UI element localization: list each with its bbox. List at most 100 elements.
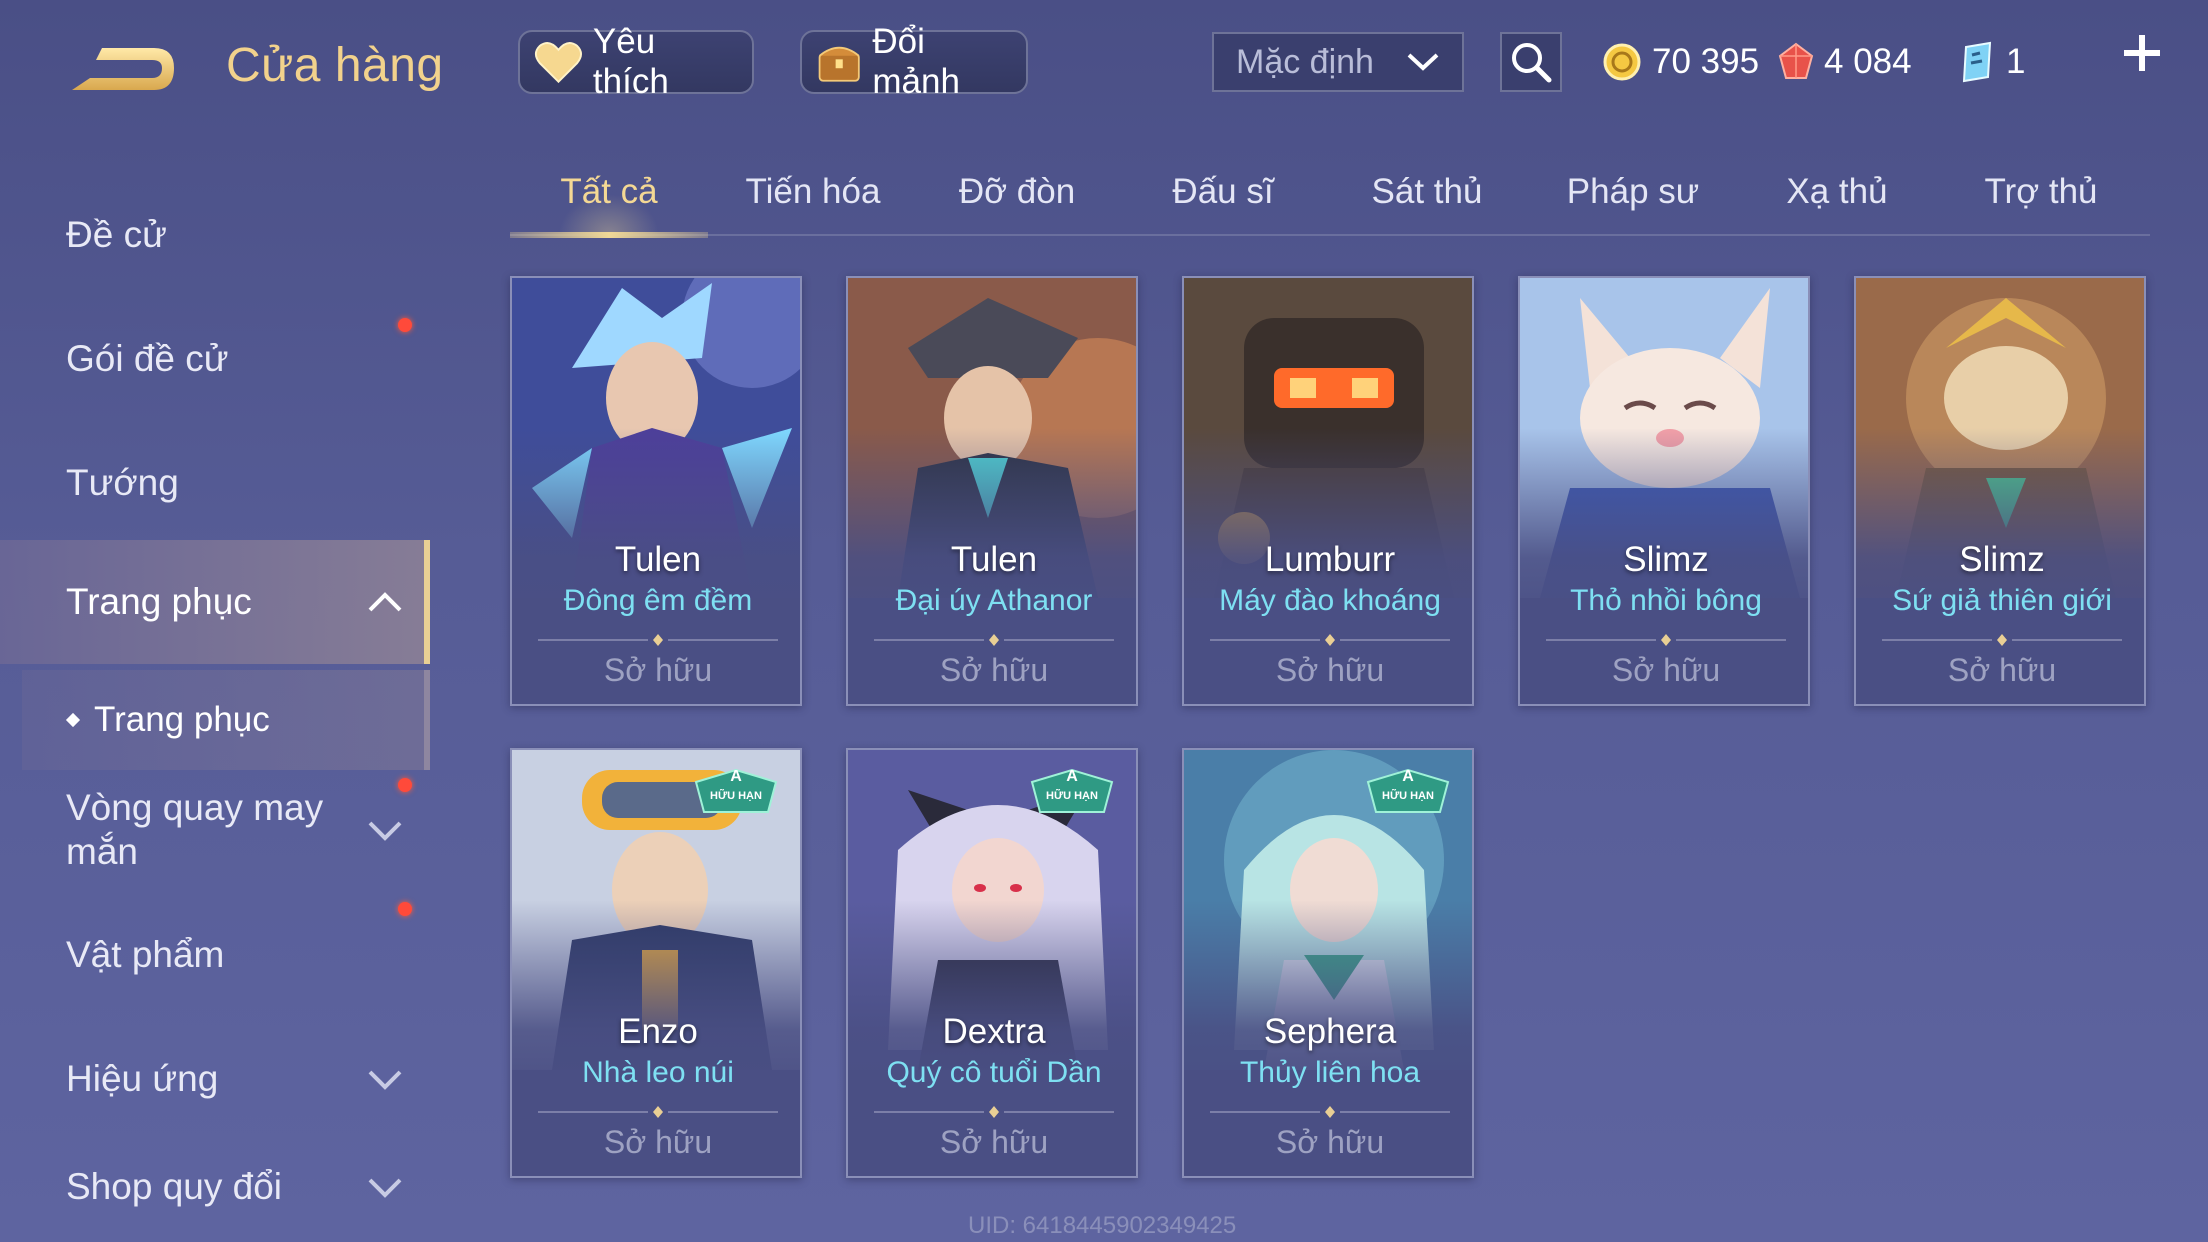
skin-card[interactable]: A HỮU HẠN Enzo Nhà leo núi Sở hữu	[510, 748, 802, 1178]
sidebar-item-label: Shop quy đổi	[66, 1166, 283, 1207]
owned-status: Sở hữu	[939, 1124, 1049, 1160]
ruby-balance: 4 084	[1778, 34, 1912, 90]
skin-name: Thỏ nhồi bông	[1570, 584, 1762, 617]
tab-label: Đấu sĩ	[1172, 172, 1274, 211]
skin-card[interactable]: Tulen Đại úy Athanor Sở hữu	[846, 276, 1138, 706]
sidebar-item-exchange-shop[interactable]: Shop quy đổi	[0, 1132, 430, 1242]
heart-icon	[534, 42, 582, 84]
sort-value: Mặc định	[1236, 42, 1374, 81]
tab-label: Pháp sư	[1566, 172, 1700, 211]
sidebar-item-label: Đề cử	[66, 214, 167, 255]
badge-tag: HỮU HẠN	[1046, 790, 1098, 802]
ornament-divider	[1210, 634, 1450, 646]
favorites-label: Yêu thích	[592, 22, 669, 101]
hero-name: Dextra	[942, 1012, 1046, 1051]
sidebar-item-lucky-wheel[interactable]: Vòng quay may mắn	[0, 770, 430, 890]
badge-grade: A	[1066, 768, 1078, 785]
skin-name: Đông êm đềm	[563, 584, 753, 617]
sort-dropdown[interactable]: Mặc định	[1212, 32, 1464, 92]
gold-amount: 70 395	[1652, 42, 1760, 81]
tab-marksman[interactable]: Xạ thủ	[1738, 172, 1936, 234]
chevron-down-icon	[368, 821, 402, 841]
owned-status: Sở hữu	[1275, 1124, 1385, 1160]
tab-support[interactable]: Trợ thủ	[1942, 172, 2140, 234]
tab-tank[interactable]: Đỡ đòn	[918, 172, 1116, 234]
sidebar-item-items[interactable]: Vật phẩm	[0, 900, 430, 1010]
plus-icon	[2124, 35, 2160, 71]
badge-grade: A	[1402, 768, 1414, 785]
notification-dot	[398, 778, 412, 792]
back-button[interactable]	[62, 34, 182, 106]
sidebar-item-featured-packs[interactable]: Gói đề cử	[0, 304, 430, 414]
tab-fighter[interactable]: Đấu sĩ	[1124, 172, 1322, 234]
hero-name: Slimz	[1959, 540, 2045, 579]
search-button[interactable]	[1500, 32, 1562, 92]
gold-balance: 70 395	[1602, 34, 1759, 90]
tab-active-indicator	[510, 232, 708, 238]
sidebar-item-label: Vật phẩm	[66, 934, 225, 975]
hero-name: Enzo	[618, 1012, 698, 1051]
add-currency-button[interactable]	[2114, 28, 2170, 88]
owned-status: Sở hữu	[939, 652, 1049, 688]
owned-status: Sở hữu	[1611, 652, 1721, 688]
chevron-down-icon	[368, 1178, 402, 1198]
treasure-chest-icon	[818, 46, 860, 82]
chevron-up-icon	[368, 592, 402, 612]
ornament-divider	[1882, 634, 2122, 646]
sidebar-item-featured[interactable]: Đề cử	[0, 180, 430, 290]
notification-dot	[398, 318, 412, 332]
skin-card[interactable]: A HỮU HẠN Dextra Quý cô tuổi Dần Sở hữu	[846, 748, 1138, 1178]
tab-assassin[interactable]: Sát thủ	[1328, 172, 1526, 234]
hero-name: Sephera	[1263, 1012, 1397, 1051]
hero-name: Tulen	[614, 540, 702, 579]
hero-name: Tulen	[950, 540, 1038, 579]
page-title: Cửa hàng	[226, 39, 444, 92]
sidebar-item-label: Vòng quay may mắn	[66, 787, 324, 872]
limited-badge: A HỮU HẠN	[688, 766, 784, 816]
fragment-exchange-button[interactable]: Đổi mảnh	[800, 22, 1028, 101]
skin-name: Quý cô tuổi Dần	[886, 1056, 1102, 1089]
ticket-icon	[1962, 41, 1992, 83]
tab-glow	[559, 194, 659, 234]
sidebar-item-effects[interactable]: Hiệu ứng	[0, 1024, 430, 1134]
category-tabs: Tất cả Tiến hóa Đỡ đòn Đấu sĩ Sát thủ Ph…	[510, 160, 2150, 238]
fragment-exchange-label: Đổi mảnh	[872, 22, 960, 101]
skin-name: Sứ giả thiên giới	[1892, 584, 2112, 617]
sidebar-item-label: Gói đề cử	[66, 338, 229, 379]
sidebar-item-skins[interactable]: Trang phục	[0, 540, 430, 664]
ornament-divider	[538, 1106, 778, 1118]
tab-label: Trợ thủ	[1984, 172, 2098, 211]
limited-badge: A HỮU HẠN	[1024, 766, 1120, 816]
limited-badge: A HỮU HẠN	[1360, 766, 1456, 816]
sidebar: Đề cử Gói đề cử Tướng Trang phục Trang p…	[0, 130, 432, 1242]
ticket-amount: 1	[2006, 42, 2026, 81]
badge-grade: A	[730, 768, 742, 785]
skin-card[interactable]: Slimz Sứ giả thiên giới Sở hữu	[1854, 276, 2146, 706]
tab-label: Sát thủ	[1371, 172, 1483, 211]
sidebar-subitem-skins[interactable]: Trang phục	[22, 670, 430, 770]
ruby-amount: 4 084	[1824, 42, 1912, 81]
hero-name: Lumburr	[1264, 540, 1396, 579]
sidebar-item-label: Hiệu ứng	[66, 1058, 219, 1099]
skin-card[interactable]: A HỮU HẠN Sephera Thủy liên hoa Sở hữu	[1182, 748, 1474, 1178]
favorites-button[interactable]: Yêu thích	[518, 22, 754, 101]
sidebar-item-label: Tướng	[66, 462, 179, 503]
ornament-divider	[1210, 1106, 1450, 1118]
ornament-divider	[874, 1106, 1114, 1118]
tab-evolution[interactable]: Tiến hóa	[714, 172, 912, 234]
skin-name: Máy đào khoáng	[1219, 584, 1441, 617]
tab-label: Đỡ đòn	[958, 172, 1076, 211]
skin-card[interactable]: Lumburr Máy đào khoáng Sở hữu	[1182, 276, 1474, 706]
back-arrow-icon	[72, 48, 174, 90]
chevron-down-icon	[368, 1070, 402, 1090]
skin-card[interactable]: Slimz Thỏ nhồi bông Sở hữu	[1518, 276, 1810, 706]
hero-name: Slimz	[1623, 540, 1709, 579]
tab-mage[interactable]: Pháp sư	[1534, 172, 1732, 234]
skin-name: Thủy liên hoa	[1239, 1056, 1421, 1089]
owned-status: Sở hữu	[603, 1124, 713, 1160]
tab-all[interactable]: Tất cả	[510, 172, 708, 238]
skin-name: Đại úy Athanor	[895, 584, 1093, 617]
skin-card[interactable]: Tulen Đông êm đềm Sở hữu	[510, 276, 802, 706]
sidebar-item-heroes[interactable]: Tướng	[0, 428, 430, 538]
owned-status: Sở hữu	[1947, 652, 2057, 688]
